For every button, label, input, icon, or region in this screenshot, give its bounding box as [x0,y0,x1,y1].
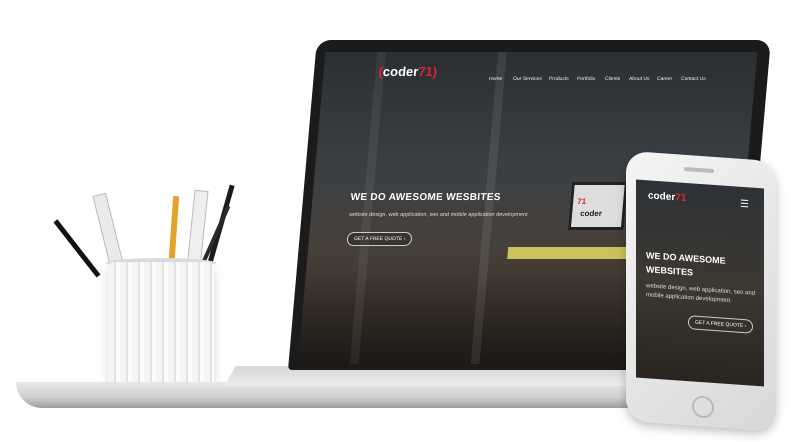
nav-about-us[interactable]: About Us [629,76,650,82]
monitor-logo: coder 71 [576,197,603,218]
phone-home-button [692,395,714,419]
nav-portfolio[interactable]: Portfolio [577,76,596,82]
hero-subtitle: website design, web application, seo and… [348,212,528,218]
hamburger-icon[interactable]: ☰ [740,199,749,211]
nav-career[interactable]: Career [657,76,673,82]
phone-hero-title: WE DO AWESOME WEBSITES [646,250,726,278]
nav-products[interactable]: Products [549,76,569,82]
phone-logo[interactable]: coder71 [648,190,686,204]
phone-get-quote-button[interactable]: GET A FREE QUOTE › [688,315,754,334]
hero-title: WE DO AWESOME WESBITES [350,192,502,203]
phone: coder71 ☰ WE DO AWESOME WEBSITES website… [626,150,800,432]
nav-clients[interactable]: Clients [605,76,621,82]
nav-home[interactable]: Home [489,76,503,82]
nav-contact-us[interactable]: Contact Us [681,76,706,82]
pencil-dark-left [53,219,101,278]
phone-screen: coder71 ☰ WE DO AWESOME WEBSITES website… [636,179,764,387]
nav-our-services[interactable]: Our Services [513,76,542,82]
get-quote-label: GET A FREE QUOTE [353,236,403,242]
office-monitor: coder 71 [567,182,628,230]
phone-get-quote-label: GET A FREE QUOTE [695,319,744,330]
laptop-logo[interactable]: (coder71) [378,64,438,79]
pencil-cup [108,262,214,390]
phone-hero-subtitle: website design, web application, seo and… [646,283,756,305]
get-quote-button[interactable]: GET A FREE QUOTE › [346,232,413,246]
